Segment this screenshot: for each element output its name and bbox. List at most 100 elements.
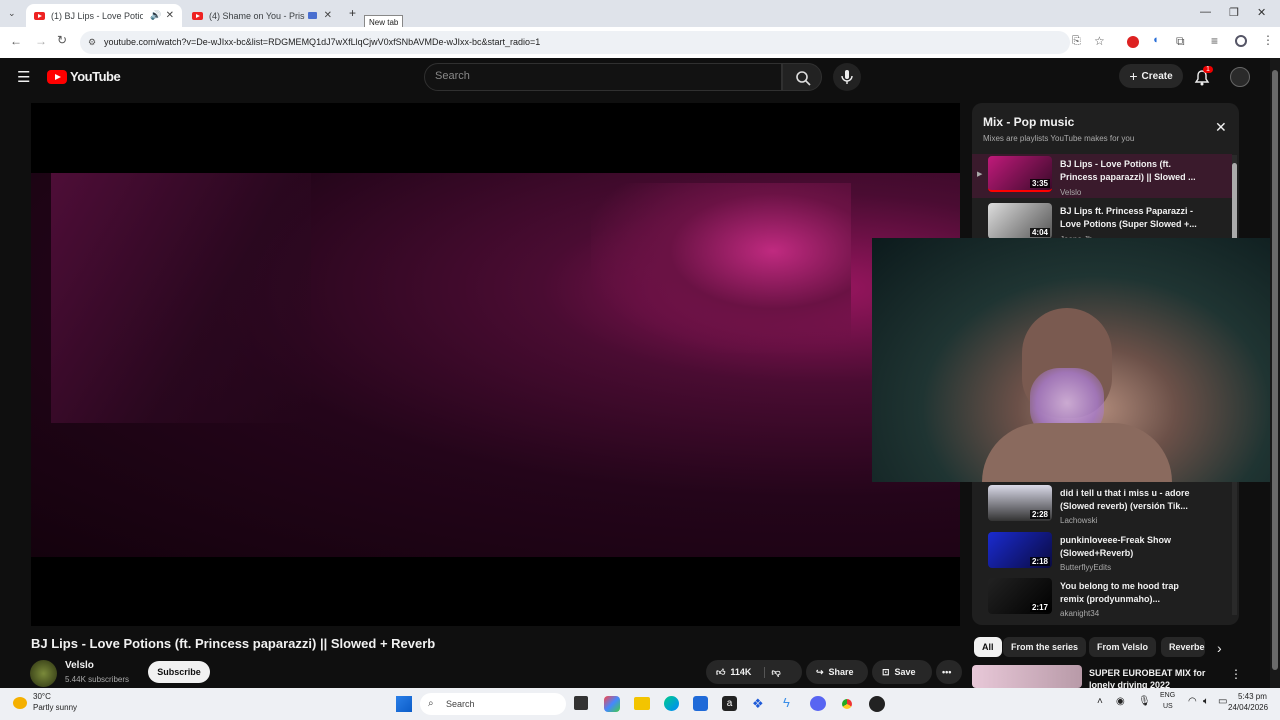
- windows-start-icon[interactable]: [396, 696, 412, 712]
- windows-taskbar: 30°C Partly sunny ⌕ Search a ❖ ϟ ˄ ◉ 🎙︎ …: [0, 688, 1280, 720]
- clock-time[interactable]: 5:43 pm: [1238, 692, 1267, 701]
- youtube-logo[interactable]: YouTube: [47, 69, 121, 84]
- back-icon[interactable]: ←: [10, 34, 22, 48]
- discord-icon[interactable]: [810, 696, 826, 711]
- recommended-menu-icon[interactable]: ⋮: [1230, 667, 1242, 681]
- cast-icon: [308, 12, 317, 19]
- install-icon[interactable]: ⎘: [1072, 35, 1081, 48]
- address-bar-row: ← → ↻ ⚙ youtube.com/watch?v=De-wJIxx-bc&…: [0, 27, 1280, 58]
- tab-title: (4) Shame on You - Priscilla: [209, 10, 305, 21]
- mix-thumbnail: 3:35: [988, 156, 1052, 192]
- opera-extension-icon[interactable]: [1127, 36, 1139, 48]
- chip-reverb[interactable]: Reverbe: [1161, 637, 1205, 657]
- weather-desc[interactable]: Partly sunny: [33, 703, 77, 712]
- tray-chevron-icon[interactable]: ˄: [1097, 696, 1103, 707]
- hamburger-menu-icon[interactable]: ☰: [17, 68, 30, 86]
- sound-extension-icon[interactable]: ◖: [1152, 34, 1159, 46]
- maximize-icon[interactable]: ❐: [1229, 6, 1239, 19]
- url-text: youtube.com/watch?v=De-wJIxx-bc&list=RDG…: [104, 37, 541, 47]
- create-button[interactable]: + Create: [1119, 64, 1183, 88]
- file-explorer-icon[interactable]: [634, 697, 650, 710]
- like-count[interactable]: 114K: [730, 667, 751, 677]
- tab-search-icon[interactable]: ⌄: [8, 8, 16, 19]
- thumbs-down-icon[interactable]: 👎︎: [764, 666, 781, 678]
- copilot-icon[interactable]: [604, 696, 620, 712]
- clock-date[interactable]: 24/04/2026: [1228, 703, 1268, 712]
- edge-icon[interactable]: [664, 696, 679, 711]
- webcam-overlay: [872, 238, 1280, 482]
- subscribe-button[interactable]: Subscribe: [148, 661, 210, 683]
- tab-bj-lips[interactable]: (1) BJ Lips - Love Potions (ft. 🔊 ✕: [26, 4, 182, 27]
- mix-item-channel: Lachowski: [1060, 516, 1098, 525]
- url-field[interactable]: ⚙ youtube.com/watch?v=De-wJIxx-bc&list=R…: [80, 31, 1070, 54]
- save-button[interactable]: ⊡ Save: [872, 660, 932, 684]
- mix-item[interactable]: 2:18 punkinloveee-Freak Show (Slowed+Rev…: [972, 530, 1232, 574]
- close-tab-icon[interactable]: ✕: [324, 10, 332, 21]
- share-icon: ↪: [816, 666, 824, 677]
- app-icon[interactable]: ϟ: [783, 695, 790, 710]
- avatar[interactable]: [1230, 67, 1250, 87]
- wifi-icon[interactable]: ◠: [1188, 696, 1197, 707]
- dropbox-icon[interactable]: ❖: [752, 696, 764, 712]
- language-code[interactable]: ENG: [1160, 692, 1175, 699]
- duration-badge: 3:35: [1029, 179, 1050, 188]
- weather-temp[interactable]: 30°C: [33, 692, 51, 701]
- mix-title: Mix - Pop music: [983, 115, 1075, 129]
- volume-icon[interactable]: 🔈︎: [1203, 696, 1209, 707]
- chevron-right-icon[interactable]: ›: [1217, 640, 1222, 656]
- profile-icon[interactable]: [1235, 35, 1247, 47]
- forward-icon[interactable]: →: [35, 34, 47, 48]
- close-tab-icon[interactable]: ✕: [166, 10, 174, 21]
- mix-item-title: punkinloveee-Freak Show (Slowed+Reverb): [1060, 535, 1172, 558]
- notifications-button[interactable]: 1: [1192, 66, 1213, 92]
- new-tab-button[interactable]: +: [349, 6, 356, 20]
- site-info-icon[interactable]: ⚙: [88, 31, 96, 54]
- menu-icon[interactable]: ⋮: [1262, 33, 1274, 47]
- youtube-favicon-icon: [192, 11, 203, 20]
- battery-icon[interactable]: ▭: [1218, 696, 1227, 707]
- chip-from-channel[interactable]: From Velslo: [1089, 637, 1157, 657]
- channel-name[interactable]: Velslo: [65, 660, 94, 671]
- chrome-icon[interactable]: [839, 696, 855, 712]
- mix-item[interactable]: ▶ 3:35 BJ Lips - Love Potions (ft. Princ…: [972, 154, 1232, 198]
- app-icon-2[interactable]: [869, 696, 885, 712]
- media-controls-icon[interactable]: ≡: [1211, 34, 1218, 48]
- bookmark-star-icon[interactable]: ☆: [1094, 34, 1105, 48]
- close-mix-icon[interactable]: ✕: [1215, 119, 1227, 136]
- page-scrollbar[interactable]: [1270, 58, 1280, 688]
- tray-microphone-icon[interactable]: 🎙︎: [1138, 696, 1151, 707]
- extensions-icon[interactable]: ⧉: [1176, 34, 1185, 49]
- close-window-icon[interactable]: ✕: [1257, 6, 1266, 19]
- tray-app-icon[interactable]: ◉: [1116, 696, 1125, 707]
- reload-icon[interactable]: ↻: [57, 33, 67, 47]
- video-frame: [31, 173, 960, 557]
- store-icon[interactable]: [693, 696, 708, 711]
- share-button[interactable]: ↪ Share: [806, 660, 868, 684]
- taskbar-search[interactable]: ⌕ Search: [420, 693, 566, 715]
- search-button[interactable]: [782, 63, 822, 91]
- mix-item-channel: ButterflyyEdits: [1060, 563, 1112, 572]
- tab-shame-on-you[interactable]: (4) Shame on You - Priscilla ✕: [184, 4, 340, 27]
- minimize-icon[interactable]: —: [1200, 6, 1211, 18]
- video-scene-left: [51, 173, 311, 423]
- video-player[interactable]: [31, 103, 960, 626]
- channel-avatar[interactable]: [30, 660, 57, 687]
- mix-item[interactable]: 2:17 You belong to me hood trap remix (p…: [972, 576, 1232, 620]
- recommended-title[interactable]: SUPER EUROBEAT MIX for lonely driving 20…: [1089, 667, 1219, 688]
- subscriber-count: 5.44K subscribers: [65, 675, 130, 684]
- amazon-icon[interactable]: a: [722, 696, 737, 711]
- speaker-icon[interactable]: 🔊: [150, 10, 161, 21]
- more-actions-button[interactable]: •••: [936, 660, 962, 684]
- recommended-thumbnail[interactable]: [972, 665, 1082, 688]
- like-dislike-group: 👍︎ 114K 👎︎: [706, 660, 802, 684]
- thumbs-up-icon[interactable]: 👍︎: [716, 667, 725, 678]
- chip-from-series[interactable]: From the series: [1003, 637, 1087, 657]
- chip-all[interactable]: All: [974, 637, 1002, 657]
- search-input[interactable]: Search: [424, 63, 782, 91]
- task-view-icon[interactable]: [574, 696, 588, 710]
- microphone-icon: [841, 70, 853, 84]
- language-region[interactable]: US: [1163, 703, 1173, 710]
- mix-item[interactable]: 2:28 did i tell u that i miss u - adore …: [972, 483, 1232, 527]
- voice-search-button[interactable]: [833, 63, 861, 91]
- weather-icon[interactable]: [13, 697, 27, 709]
